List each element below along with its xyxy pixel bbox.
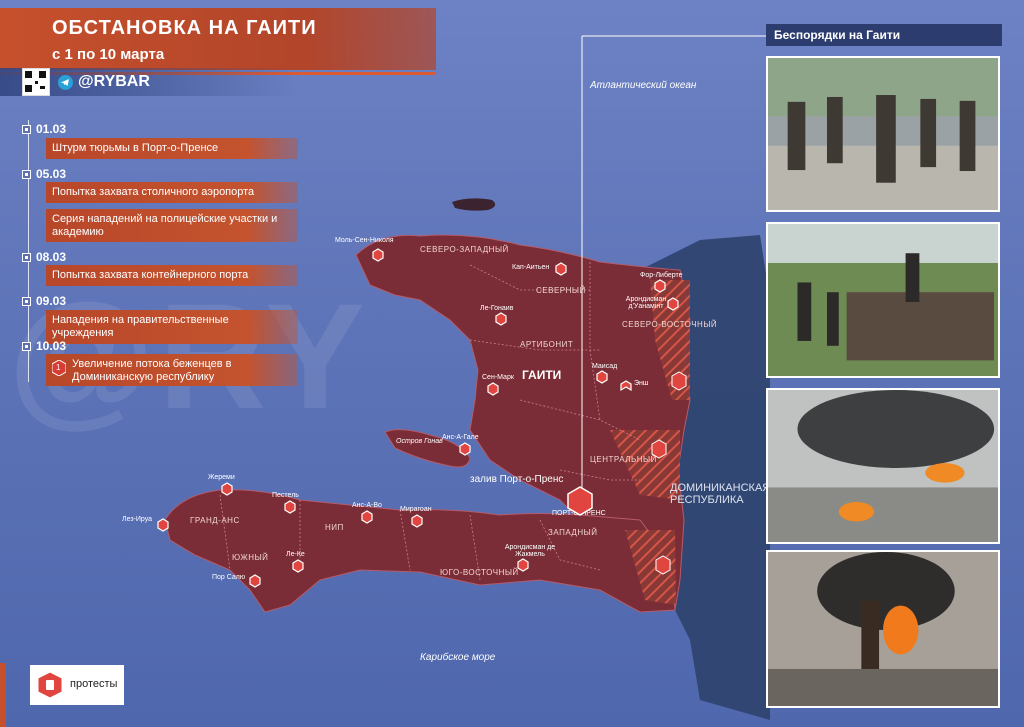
protest-legend-icon bbox=[37, 671, 63, 699]
legend-accent bbox=[0, 663, 6, 727]
timeline-event: Попытка захвата контейнерного порта bbox=[46, 265, 298, 286]
timeline-dot-icon bbox=[22, 297, 31, 307]
page-subtitle: с 1 по 10 марта bbox=[52, 46, 165, 63]
gonave-label: Остров Гонав bbox=[396, 438, 443, 445]
region-artibonite: АРТИБОНИТ bbox=[520, 340, 574, 349]
region-west: ЗАПАДНЫЙ bbox=[548, 528, 598, 537]
timeline-dot-icon bbox=[22, 125, 31, 135]
photo-protesters-car-image bbox=[768, 224, 998, 376]
photo-burning-tires-image bbox=[768, 390, 998, 542]
city-gonaives: Ле-Гонаив bbox=[480, 305, 514, 312]
photo-fire-street-image bbox=[768, 552, 998, 706]
city-hinche: Энш bbox=[634, 380, 649, 387]
city-jacmel: Арондисман де Жакмель bbox=[504, 544, 556, 558]
timeline-event: Штурм тюрьмы в Порт-о-Пренсе bbox=[46, 138, 298, 159]
city-mirebalais: Маисад bbox=[592, 363, 618, 370]
timeline-date: 08.03 bbox=[22, 250, 66, 264]
panel-title: Беспорядки на Гаити bbox=[766, 24, 1002, 46]
photo-soldiers[interactable] bbox=[766, 56, 1000, 212]
region-northwest: СЕВЕРО-ЗАПАДНЫЙ bbox=[420, 245, 509, 254]
timeline-date: 09.03 bbox=[22, 294, 66, 308]
city-mole-saint-nicolas: Моль-Сен-Николя bbox=[335, 237, 394, 244]
header-banner: ОБСТАНОВКА НА ГАИТИ с 1 по 10 марта bbox=[0, 8, 436, 70]
photo-fire-street[interactable] bbox=[766, 550, 1000, 708]
city-jeremie: Жереми bbox=[208, 474, 235, 481]
city-miragoane: Мирагоан bbox=[400, 506, 432, 513]
gulf-label: залив Порт-о-Пренс bbox=[470, 474, 564, 485]
timeline-event: Попытка захвата столичного аэропорта bbox=[46, 182, 298, 203]
badge-number: 1 bbox=[56, 363, 61, 372]
timeline-date: 01.03 bbox=[22, 122, 66, 136]
timeline-dot-icon bbox=[22, 342, 31, 352]
page-title: ОБСТАНОВКА НА ГАИТИ bbox=[52, 17, 317, 39]
region-center: ЦЕНТРАЛЬНЫЙ bbox=[590, 455, 657, 464]
city-ouanaminthe: Арондисман д'Уанамінт bbox=[625, 296, 667, 310]
brand-name[interactable]: @RYBAR bbox=[78, 73, 150, 91]
timeline-date: 05.03 bbox=[22, 167, 66, 181]
region-nippes: НИП bbox=[325, 523, 344, 532]
region-southeast: ЮГО-ВОСТОЧНЫЙ bbox=[440, 568, 519, 577]
timeline-event: 1 Увеличение потока беженцев в Доминикан… bbox=[46, 354, 298, 386]
city-les-cayes: Ле-Ке bbox=[286, 551, 305, 558]
city-port-au-prince: ПОРТ-О-ПРЕНС bbox=[552, 510, 606, 517]
legend-label: протесты bbox=[70, 678, 118, 690]
qr-code-icon[interactable] bbox=[22, 68, 50, 96]
legend: протесты bbox=[30, 665, 124, 705]
region-northeast: СЕВЕРО-ВОСТОЧНЫЙ bbox=[622, 320, 718, 329]
photo-protesters-car[interactable] bbox=[766, 222, 1000, 378]
city-les-irois: Лез-Ируа bbox=[122, 516, 153, 523]
timeline-date: 10.03 bbox=[22, 339, 66, 353]
timeline-event: Серия нападений на полицейские участки и… bbox=[46, 209, 298, 242]
telegram-icon[interactable] bbox=[58, 75, 73, 90]
timeline-dot-icon bbox=[22, 170, 31, 180]
haiti-label: ГАИТИ bbox=[522, 368, 562, 382]
city-cap-haitien: Кап-Аитьен bbox=[512, 264, 550, 271]
caribbean-label: Карибское море bbox=[420, 652, 496, 663]
photo-soldiers-image bbox=[768, 58, 998, 210]
city-port-salut: Пор Салю bbox=[212, 574, 246, 581]
region-north: СЕВЕРНЫЙ bbox=[536, 286, 586, 295]
timeline-event: Нападения на правительственные учреждени… bbox=[46, 310, 298, 344]
tortuga-island bbox=[452, 198, 496, 211]
region-south: ЮЖНЫЙ bbox=[232, 553, 269, 562]
dominican-label: ДОМИНИКАНСКАЯ РЕСПУБЛИКА bbox=[670, 482, 771, 506]
photo-burning-tires[interactable] bbox=[766, 388, 1000, 544]
atlantic-label: Атлантический океан bbox=[590, 80, 697, 91]
region-grandanse: ГРАНД-АНС bbox=[190, 516, 240, 525]
city-saint-marc: Сен-Марк bbox=[482, 374, 514, 381]
timeline-dot-icon bbox=[22, 253, 31, 263]
city-pestel: Пестель bbox=[272, 492, 299, 499]
city-fort-liberte: Фор-Либерте bbox=[640, 272, 683, 279]
city-anse-a-veau: Анс-А-Во bbox=[352, 502, 382, 509]
city-anse-a-galets: Анс-А-Гале bbox=[442, 434, 479, 441]
